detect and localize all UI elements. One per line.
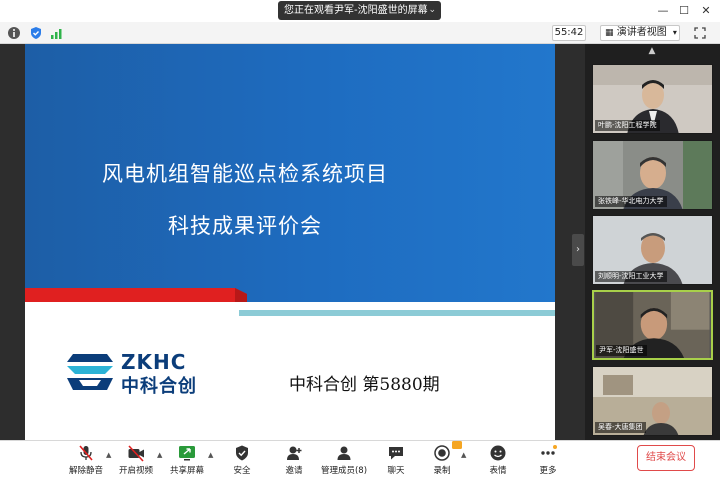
fullscreen-icon[interactable] — [694, 27, 706, 39]
participant-tile[interactable]: 刘顺明-沈阳工业大学 — [592, 215, 713, 285]
participant-tile[interactable]: 张铁峰-华北电力大学 — [592, 140, 713, 210]
share-screen-icon — [179, 446, 195, 461]
chat-label: 聊天 — [387, 466, 405, 476]
title-bar: 您正在观看尹军-沈阳盛世的屏幕 ⌄ — ☐ ✕ — [0, 0, 720, 22]
chat-icon — [389, 447, 403, 460]
more-icon — [541, 445, 557, 455]
unmute-button[interactable]: 解除静音 — [66, 444, 106, 476]
invite-label: 邀请 — [285, 466, 303, 476]
view-mode-label: 演讲者视图 — [616, 27, 667, 38]
start-video-label: 开启视频 — [118, 466, 153, 476]
slide-footer: 中科合创 第5880期 — [289, 375, 440, 395]
chat-button[interactable]: 聊天 — [378, 444, 414, 476]
screen-share-banner[interactable]: 您正在观看尹军-沈阳盛世的屏幕 ⌄ — [278, 1, 441, 20]
encryption-shield-icon[interactable] — [29, 26, 43, 40]
logo-text-en: ZKHC — [121, 350, 187, 374]
unmute-label: 解除静音 — [68, 466, 103, 476]
security-button[interactable]: 安全 — [224, 444, 260, 476]
slide-title-line2: 科技成果评价会 — [168, 214, 322, 238]
participant-tile[interactable]: 吴春-大唐集团 — [592, 366, 713, 436]
screen-share-banner-text: 您正在观看尹军-沈阳盛世的屏幕 — [284, 5, 428, 16]
participant-tile-active-speaker[interactable]: 尹军-沈阳盛世 — [592, 290, 713, 360]
grid-view-icon: ▦ — [605, 28, 614, 38]
slide-title-line1: 风电机组智能巡点检系统项目 — [102, 162, 388, 186]
shield-icon — [236, 445, 248, 461]
meeting-window: 您正在观看尹军-沈阳盛世的屏幕 ⌄ — ☐ ✕ 55:42 ▦ 演讲者视图 ▾ … — [0, 0, 720, 480]
more-label: 更多 — [539, 466, 557, 476]
left-margin — [0, 44, 25, 440]
video-off-icon — [128, 445, 144, 462]
scroll-up-icon[interactable]: ▲ — [645, 46, 659, 56]
participant-name: 叶鹏-沈阳工程学院 — [595, 120, 660, 131]
chevron-down-icon[interactable]: ⌄ — [428, 1, 436, 20]
meeting-info-bar: 55:42 ▦ 演讲者视图 ▾ — [0, 22, 720, 44]
share-screen-label: 共享屏幕 — [169, 466, 204, 476]
reactions-label: 表情 — [489, 466, 507, 476]
record-icon — [434, 445, 450, 461]
invite-icon — [287, 446, 302, 460]
reactions-button[interactable]: 表情 — [480, 444, 516, 476]
participant-name: 张铁峰-华北电力大学 — [595, 196, 667, 207]
participants-icon — [337, 446, 351, 460]
more-button[interactable]: 更多 — [530, 444, 566, 476]
end-meeting-button[interactable]: 结束会议 — [637, 445, 695, 471]
manage-participants-button[interactable]: 管理成员(8) — [320, 444, 368, 476]
participant-tile[interactable]: 叶鹏-沈阳工程学院 — [592, 64, 713, 134]
participant-name: 尹军-沈阳盛世 — [596, 345, 647, 356]
participant-name: 吴春-大唐集团 — [595, 422, 646, 433]
record-options-caret-icon[interactable]: ▲ — [461, 451, 466, 459]
meeting-timer: 55:42 — [552, 25, 586, 41]
view-mode-select[interactable]: ▦ 演讲者视图 ▾ — [600, 25, 680, 41]
security-label: 安全 — [233, 466, 251, 476]
logo-text-cn: 中科合创 — [121, 376, 197, 397]
new-badge-icon — [452, 441, 462, 449]
manage-participants-label: 管理成员(8) — [320, 466, 368, 476]
emoji-icon — [490, 445, 506, 461]
video-options-caret-icon[interactable]: ▲ — [157, 451, 162, 459]
share-options-caret-icon[interactable]: ▲ — [208, 451, 213, 459]
info-icon[interactable] — [7, 26, 21, 40]
meeting-toolbar: 解除静音 ▲ 开启视频 ▲ 共享屏幕 ▲ 安全 邀请 管理成员(8) 聊天 录制… — [0, 440, 720, 480]
shared-slide: 风电机组智能巡点检系统项目 科技成果评价会 ZKHC 中科合创 中科合创 第58… — [25, 44, 555, 440]
record-label: 录制 — [433, 466, 451, 476]
share-screen-button[interactable]: 共享屏幕 — [167, 444, 207, 476]
invite-button[interactable]: 邀请 — [276, 444, 312, 476]
collapse-panel-button[interactable]: › — [572, 234, 584, 266]
start-video-button[interactable]: 开启视频 — [116, 444, 156, 476]
mic-muted-icon — [79, 445, 93, 461]
participant-name: 刘顺明-沈阳工业大学 — [595, 271, 667, 282]
close-button[interactable]: ✕ — [697, 2, 715, 20]
signal-strength-icon[interactable] — [50, 26, 64, 40]
company-logo — [67, 354, 113, 390]
audio-options-caret-icon[interactable]: ▲ — [106, 451, 111, 459]
caret-down-icon: ▾ — [672, 28, 677, 37]
minimize-button[interactable]: — — [654, 2, 672, 20]
maximize-button[interactable]: ☐ — [675, 2, 693, 20]
